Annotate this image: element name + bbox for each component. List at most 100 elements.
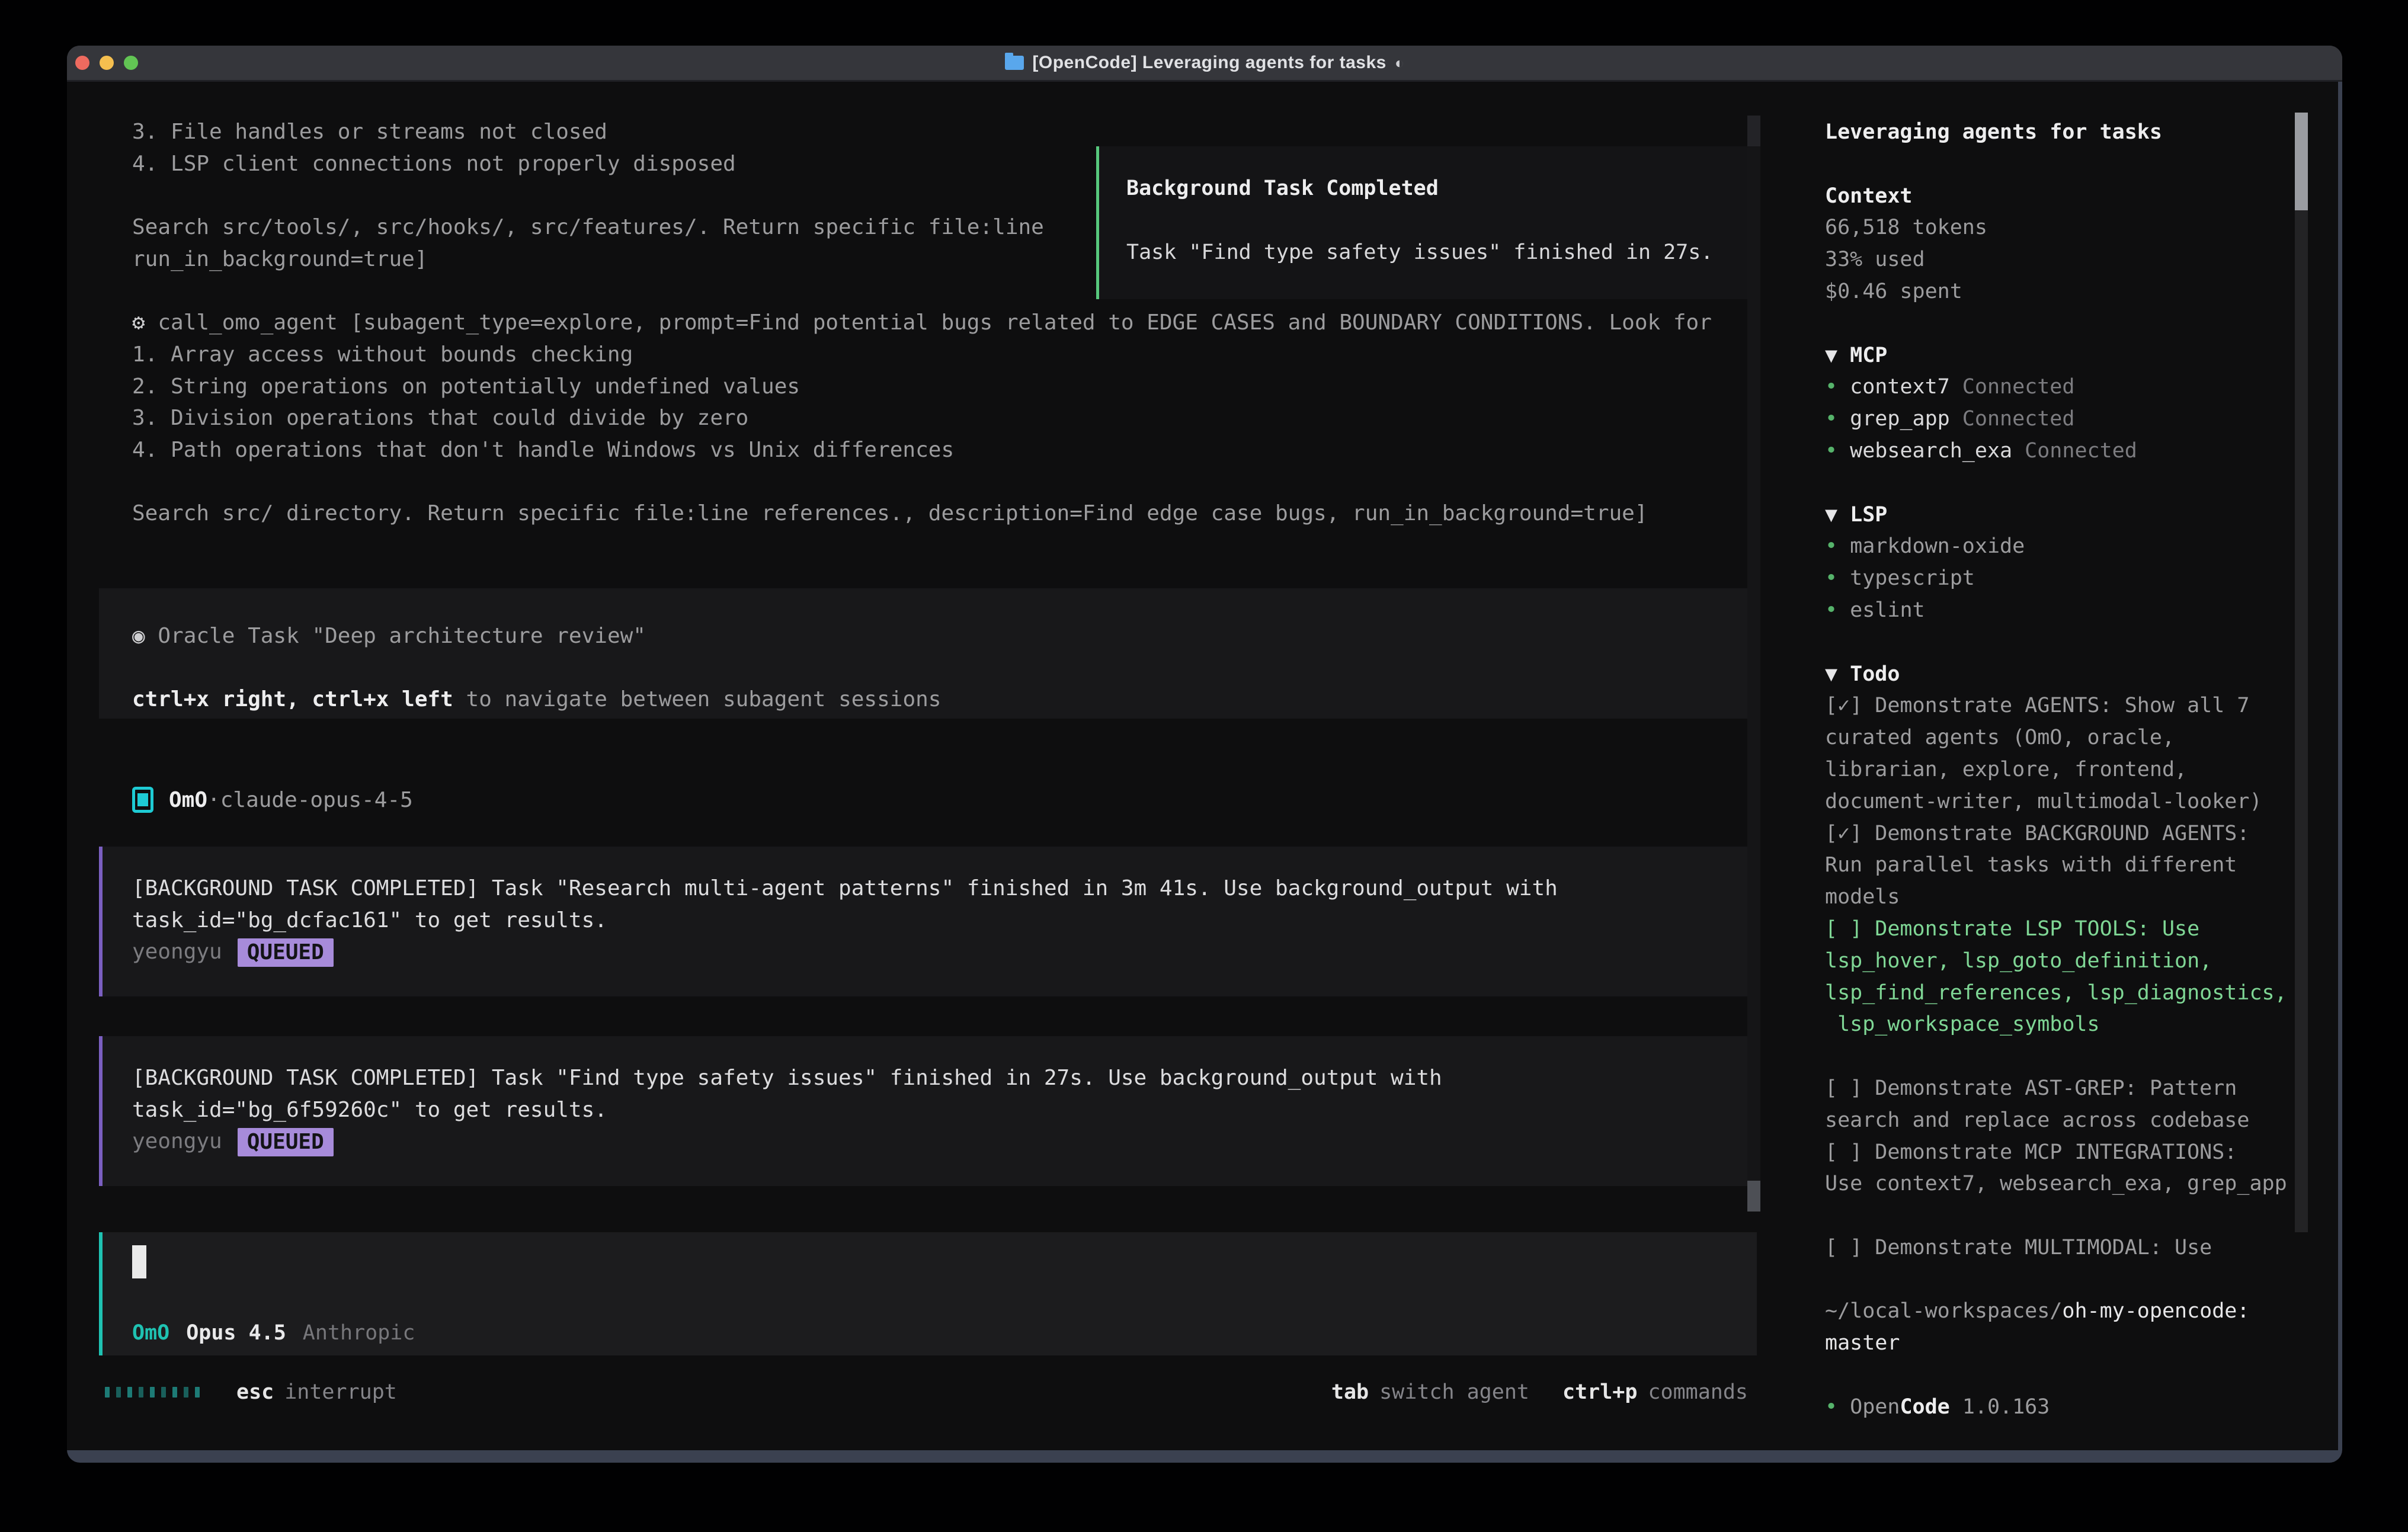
terminal-line: 3. Division operations that could divide… (132, 402, 1736, 434)
task-message-line: [BACKGROUND TASK COMPLETED] Task "Resear… (132, 873, 1757, 905)
sidebar-line: Use context7, websearch_exa, grep_app (1825, 1168, 2294, 1200)
spinner-dot (161, 1387, 166, 1398)
shortcut-hint: to navigate between subagent sessions (453, 687, 942, 711)
minimize-button[interactable] (100, 56, 114, 70)
sidebar-line: curated agents (OmO, oracle, (1825, 722, 2294, 754)
app-window: [OpenCode] Leveraging agents for tasks ◐… (67, 46, 2342, 1463)
sidebar-line: [✓] Demonstrate AGENTS: Show all 7 (1825, 690, 2294, 722)
status-right: tab switch agent ctrl+p commands (1331, 1380, 1748, 1404)
sidebar-line (1825, 1041, 2294, 1073)
session-sidebar: Leveraging agents for tasksContext66,518… (1772, 82, 2338, 1450)
sidebar-line (1825, 1264, 2294, 1296)
window-title: [OpenCode] Leveraging agents for tasks (1032, 53, 1386, 73)
sidebar-line: lsp_hover, lsp_goto_definition, (1825, 946, 2294, 977)
status-bar: esc interrupt tab switch agent ctrl+p co… (67, 1376, 1772, 1408)
task-completed-message: [BACKGROUND TASK COMPLETED] Task "Find t… (99, 1036, 1757, 1186)
sidebar-line: [✓] Demonstrate BACKGROUND AGENTS: (1825, 818, 2294, 850)
terminal-line: 2. String operations on potentially unde… (132, 371, 1736, 403)
sidebar-line: librarian, explore, frontend, (1825, 754, 2294, 786)
sidebar-line: lsp_workspace_symbols (1825, 1009, 2294, 1041)
sidebar-scrollbar-thumb[interactable] (2295, 113, 2308, 210)
record-icon: ◉ (132, 624, 145, 648)
terminal-line: ⚙ call_omo_agent [subagent_type=explore,… (132, 307, 1736, 339)
sidebar-line: search and replace across codebase (1825, 1105, 2294, 1137)
terminal-line: 4. Path operations that don't handle Win… (132, 434, 1736, 466)
sidebar-line: • websearch_exa Connected (1825, 435, 2294, 467)
separator-dot: · (207, 788, 220, 812)
task-message-line: task_id="bg_dcfac161" to get results. (132, 905, 1757, 937)
notification-title: Background Task Completed (1126, 172, 1752, 204)
sidebar-line (1825, 1200, 2294, 1232)
conversation-scrollbar[interactable] (1747, 116, 1760, 1212)
sidebar-line: 33% used (1825, 244, 2294, 276)
esc-key-hint: esc (236, 1380, 274, 1404)
sidebar-line: • eslint (1825, 595, 2294, 627)
status-badge: QUEUED (238, 938, 334, 967)
terminal-line (132, 466, 1736, 498)
conversation-pane: 3. File handles or streams not closed 4. … (67, 82, 1772, 1450)
ctrlp-key-hint: ctrl+p (1562, 1380, 1637, 1404)
sidebar-line: ▼ MCP (1825, 340, 2294, 372)
window-body: 3. File handles or streams not closed 4. … (67, 82, 2338, 1450)
maximize-button[interactable] (124, 56, 138, 70)
esc-key-label: interrupt (284, 1380, 397, 1404)
sidebar-line: • typescript (1825, 563, 2294, 595)
sidebar-line (1825, 627, 2294, 659)
scrollbar-thumb[interactable] (1747, 1181, 1760, 1212)
text-cursor (132, 1245, 146, 1278)
task-message-line: task_id="bg_6f59260c" to get results. (132, 1094, 1757, 1126)
sidebar-scrollbar[interactable] (2295, 113, 2308, 1232)
close-button[interactable] (75, 56, 89, 70)
tab-key-hint: tab (1331, 1380, 1369, 1404)
ctrlp-key-label: commands (1648, 1380, 1748, 1404)
sidebar-line: • markdown-oxide (1825, 531, 2294, 563)
task-user: yeongyu (132, 940, 222, 964)
agent-name: OmO (169, 788, 207, 812)
sidebar-line: $0.46 spent (1825, 276, 2294, 308)
sidebar-line: Leveraging agents for tasks (1825, 117, 2294, 149)
sidebar-line: models (1825, 882, 2294, 914)
sidebar-line (1825, 467, 2294, 499)
sidebar-line: • context7 Connected (1825, 371, 2294, 403)
scrollbar-top-segment (1747, 116, 1760, 146)
sidebar-line (1825, 1360, 2294, 1392)
spinner-dot (139, 1387, 143, 1398)
spinner-dot (172, 1387, 177, 1398)
spinner-dot (150, 1387, 155, 1398)
input-agent-name: OmO (132, 1317, 169, 1349)
sidebar-line: ▼ Todo (1825, 659, 2294, 691)
working-spinner (105, 1387, 200, 1398)
sidebar-content: Leveraging agents for tasksContext66,518… (1825, 117, 2294, 1424)
terminal-line: 3. File handles or streams not closed (132, 116, 1736, 148)
notification-body: Task "Find type safety issues" finished … (1126, 236, 1752, 268)
tab-key-label: switch agent (1379, 1380, 1529, 1404)
sidebar-line: [ ] Demonstrate MCP INTEGRATIONS: (1825, 1137, 2294, 1169)
sidebar-line: Context (1825, 181, 2294, 213)
sidebar-line: master (1825, 1328, 2294, 1360)
folder-icon (1005, 56, 1024, 70)
status-left: esc interrupt (105, 1380, 397, 1404)
model-selector[interactable]: OmO Opus 4.5 Anthropic (132, 1317, 415, 1349)
status-badge: QUEUED (238, 1128, 334, 1156)
agent-icon (132, 787, 153, 813)
sidebar-line: ▼ LSP (1825, 499, 2294, 531)
session-state-icon: ◐ (1395, 54, 1404, 72)
sidebar-line: • OpenCode 1.0.163 (1825, 1392, 2294, 1424)
oracle-task-panel: ◉ Oracle Task "Deep architecture review"… (99, 588, 1757, 719)
spinner-dot (116, 1387, 121, 1398)
sidebar-line: lsp_find_references, lsp_diagnostics, (1825, 977, 2294, 1009)
task-message-line: [BACKGROUND TASK COMPLETED] Task "Find t… (132, 1062, 1757, 1094)
sidebar-line: [ ] Demonstrate LSP TOOLS: Use (1825, 914, 2294, 946)
agent-session-header: OmO · claude-opus-4-5 (132, 784, 413, 816)
background-task-notification: Background Task Completed Task "Find typ… (1096, 146, 1755, 299)
prompt-input[interactable]: OmO Opus 4.5 Anthropic (99, 1232, 1757, 1355)
sidebar-line (1825, 308, 2294, 340)
sidebar-line: [ ] Demonstrate MULTIMODAL: Use (1825, 1232, 2294, 1264)
task-completed-message: [BACKGROUND TASK COMPLETED] Task "Resear… (99, 847, 1757, 996)
spinner-dot (127, 1387, 132, 1398)
terminal-line: Search src/ directory. Return specific f… (132, 498, 1736, 530)
title-bar[interactable]: [OpenCode] Leveraging agents for tasks ◐ (67, 46, 2342, 82)
agent-model: claude-opus-4-5 (220, 788, 413, 812)
sidebar-line (1825, 149, 2294, 181)
spinner-dot (184, 1387, 188, 1398)
